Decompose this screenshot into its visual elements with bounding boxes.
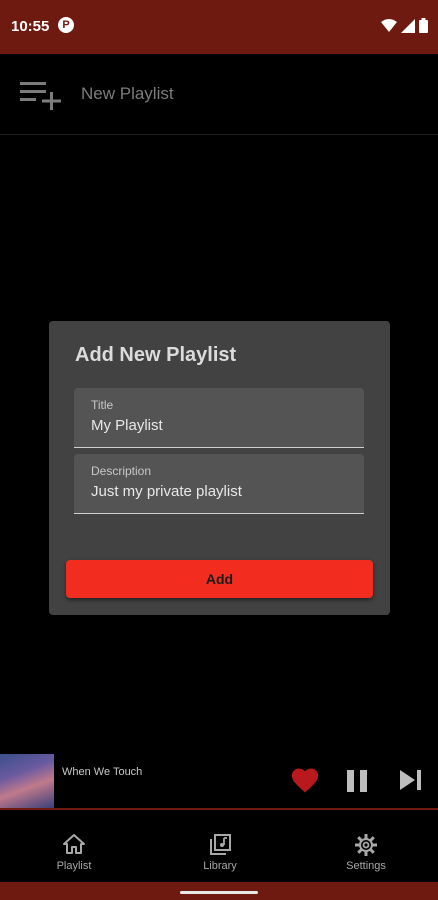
track-title[interactable]: When We Touch <box>62 766 142 778</box>
bottom-nav: Playlist Library Settings <box>0 810 438 882</box>
add-button[interactable]: Add <box>66 560 373 598</box>
nav-item-playlist[interactable]: Playlist <box>24 810 124 882</box>
gear-icon <box>355 834 377 856</box>
nav-label-library: Library <box>203 860 237 872</box>
title-field-value[interactable]: My Playlist <box>91 417 163 434</box>
app-bar: New Playlist <box>0 54 438 135</box>
wifi-icon <box>381 18 397 32</box>
nav-label-playlist: Playlist <box>56 860 92 872</box>
add-playlist-dialog: Add New Playlist Title My Playlist Descr… <box>49 321 390 615</box>
status-icons <box>381 18 428 33</box>
description-field[interactable]: Description Just my private playlist <box>74 454 364 514</box>
playlist-add-icon[interactable] <box>20 80 62 110</box>
description-field-label: Description <box>91 464 152 478</box>
title-field[interactable]: Title My Playlist <box>74 388 364 448</box>
mini-player[interactable]: When We Touch <box>0 754 438 810</box>
description-field-value[interactable]: Just my private playlist <box>91 483 242 500</box>
library-icon <box>210 834 231 855</box>
home-icon <box>63 834 85 854</box>
title-field-label: Title <box>91 398 114 412</box>
status-time: 10:55 <box>11 18 50 35</box>
nav-item-library[interactable]: Library <box>170 810 270 882</box>
battery-icon <box>419 18 428 33</box>
nav-item-settings[interactable]: Settings <box>316 810 416 882</box>
notification-icon: P <box>58 17 74 33</box>
signal-icon <box>401 18 415 33</box>
page-title: New Playlist <box>81 84 174 103</box>
heart-icon[interactable] <box>290 766 320 794</box>
skip-next-icon[interactable] <box>400 770 422 790</box>
status-bar: 10:55 P <box>0 0 438 54</box>
dialog-title: Add New Playlist <box>75 344 237 366</box>
pause-icon[interactable] <box>346 770 368 792</box>
nav-label-settings: Settings <box>346 860 386 872</box>
album-art[interactable] <box>0 754 54 808</box>
home-gesture-handle[interactable] <box>180 891 258 894</box>
